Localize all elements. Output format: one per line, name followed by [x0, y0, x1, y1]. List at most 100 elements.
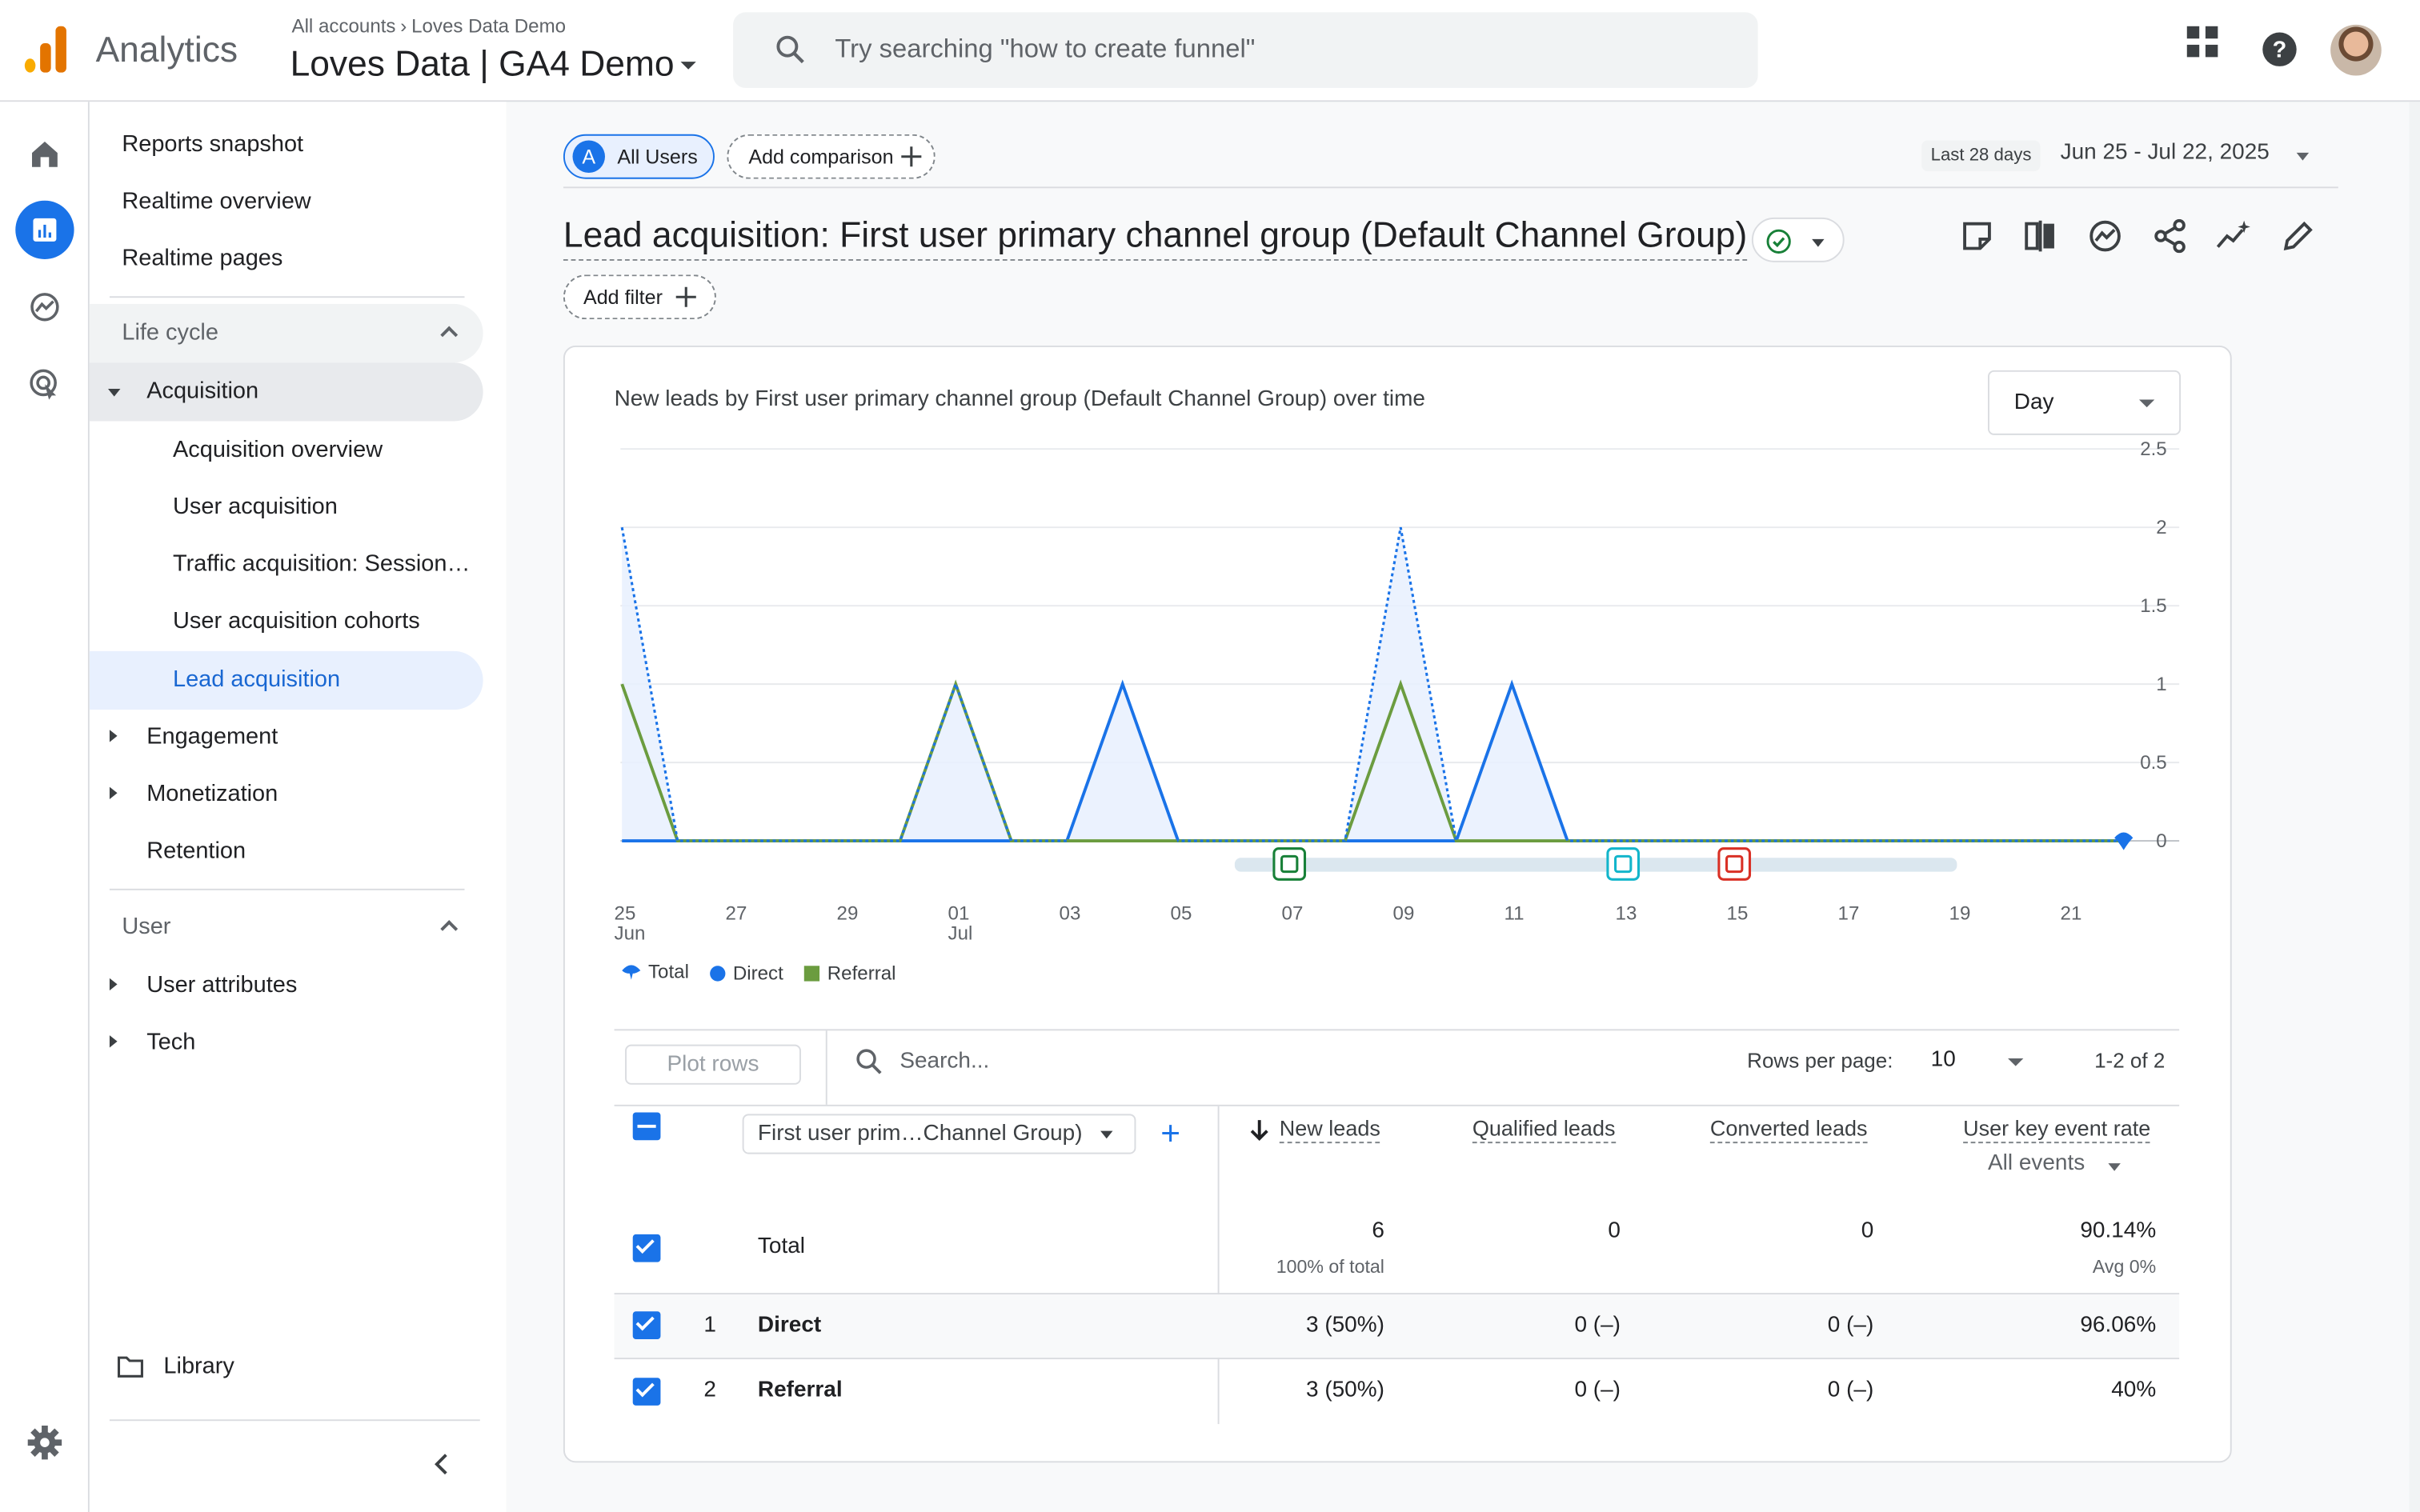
- divider: [614, 1358, 2180, 1360]
- select-all-checkbox[interactable]: [632, 1112, 661, 1141]
- divider: [614, 1029, 2180, 1031]
- nav-user-attributes[interactable]: User attributes: [146, 972, 297, 998]
- help-icon[interactable]: ?: [2261, 31, 2298, 68]
- expand-right-icon: [109, 978, 118, 991]
- divider: [825, 1030, 827, 1105]
- left-rail: [0, 102, 90, 1512]
- rail-advertising-button[interactable]: [15, 355, 74, 414]
- report-status-dropdown[interactable]: [1751, 217, 1845, 262]
- key-event-select[interactable]: All events: [1988, 1151, 2085, 1176]
- y-tick-label: 0: [2156, 830, 2166, 852]
- rows-per-page-select[interactable]: 10: [1931, 1047, 1956, 1072]
- rail-reports-button[interactable]: [15, 200, 74, 259]
- add-dimension-plus-icon[interactable]: +: [1160, 1116, 1180, 1150]
- expand-right-icon: [109, 786, 118, 799]
- nav-library[interactable]: Library: [117, 1351, 427, 1388]
- legend-direct[interactable]: Direct: [709, 962, 783, 984]
- caret-down-icon: [2008, 1058, 2024, 1066]
- legend-total-marker-icon: [622, 965, 641, 980]
- library-label: Library: [163, 1353, 234, 1380]
- analytics-app: Analytics All accounts › Loves Data Demo L…: [0, 0, 2420, 1512]
- column-converted-leads[interactable]: Converted leads: [1709, 1115, 1868, 1144]
- sparkle-insights-icon[interactable]: [2214, 219, 2251, 253]
- nav-tech[interactable]: Tech: [146, 1029, 195, 1055]
- divider: [563, 186, 2338, 189]
- property-picker[interactable]: Loves Data | GA4 Demo: [290, 43, 696, 85]
- x-tick-label: 17: [1838, 902, 1860, 924]
- nav-acquisition[interactable]: Acquisition: [89, 362, 483, 422]
- legend-total[interactable]: Total: [620, 961, 689, 982]
- row-checkbox[interactable]: [632, 1378, 661, 1406]
- sort-descending-arrow-icon[interactable]: [1250, 1118, 1268, 1142]
- total-new-leads: 6: [1372, 1218, 1384, 1244]
- share-icon[interactable]: [2153, 218, 2186, 254]
- settings-gear-icon[interactable]: [26, 1424, 63, 1461]
- row-key-event-rate: 96.06%: [2080, 1313, 2157, 1338]
- nav-traffic-acquisition[interactable]: Traffic acquisition: Session…: [173, 550, 470, 577]
- avatar[interactable]: [2330, 24, 2382, 76]
- table-row[interactable]: [614, 1294, 2180, 1358]
- compare-columns-icon[interactable]: [2023, 219, 2057, 253]
- scrollbar[interactable]: [2409, 102, 2420, 1512]
- divider: [109, 1419, 480, 1422]
- row-checkbox[interactable]: [632, 1311, 661, 1339]
- nav-lifecycle-header[interactable]: Life cycle: [89, 303, 483, 363]
- x-tick-label: 21: [2061, 902, 2082, 924]
- row-converted-leads: 0 (–): [1827, 1313, 1874, 1338]
- total-converted-leads: 0: [1861, 1218, 1874, 1244]
- check-circle-icon: [1766, 229, 1791, 254]
- nav-acquisition-overview[interactable]: Acquisition overview: [173, 437, 383, 463]
- nav-engagement[interactable]: Engagement: [146, 723, 278, 750]
- row-converted-leads: 0 (–): [1827, 1378, 1874, 1403]
- search-bar[interactable]: Try searching "how to create funnel": [733, 12, 1758, 88]
- page-title[interactable]: Lead acquisition: First user primary cha…: [563, 214, 1748, 261]
- legend-direct-dot-icon: [709, 966, 726, 982]
- date-range-picker[interactable]: Jun 25 - Jul 22, 2025: [2061, 133, 2323, 179]
- apps-grid-icon[interactable]: [2186, 25, 2219, 58]
- line-chart: 0 0.5 1 1.5 2 2.5 25Jun 27 29 01Jul 03 05 07 09 11 13 15…: [615, 438, 2180, 944]
- nav-user-acquisition-cohorts[interactable]: User acquisition cohorts: [173, 608, 420, 634]
- insights-icon[interactable]: [2088, 219, 2122, 253]
- nav-retention[interactable]: Retention: [146, 838, 246, 864]
- nav-lead-acquisition[interactable]: Lead acquisition: [89, 650, 483, 710]
- nav-monetization[interactable]: Monetization: [146, 781, 278, 807]
- column-qualified-leads[interactable]: Qualified leads: [1472, 1115, 1616, 1144]
- analytics-logo-icon[interactable]: [24, 26, 68, 73]
- home-icon: [32, 141, 58, 167]
- bar-chart-icon: [33, 218, 57, 242]
- rail-home-button[interactable]: [15, 125, 74, 183]
- row-dimension-value[interactable]: Referral: [758, 1378, 843, 1402]
- row-index: 1: [703, 1313, 717, 1338]
- row-dimension-value[interactable]: Direct: [758, 1313, 821, 1338]
- y-tick-label: 0.5: [2140, 752, 2167, 774]
- breadcrumb-account[interactable]: Loves Data Demo: [411, 15, 566, 37]
- segment-chip-all-users[interactable]: A All Users: [563, 134, 715, 179]
- y-tick-label: 1.5: [2140, 595, 2167, 617]
- legend-referral-square-icon: [803, 966, 820, 982]
- column-new-leads[interactable]: New leads: [1279, 1115, 1380, 1144]
- nav-realtime-pages[interactable]: Realtime pages: [122, 246, 282, 272]
- nav-reports-snapshot[interactable]: Reports snapshot: [122, 131, 303, 158]
- breadcrumb-all-accounts[interactable]: All accounts: [291, 15, 395, 37]
- plot-rows-button[interactable]: Plot rows: [625, 1044, 801, 1085]
- plus-icon: [675, 286, 696, 307]
- nav-user-acquisition[interactable]: User acquisition: [173, 494, 338, 520]
- top-bar: Analytics All accounts › Loves Data Demo L…: [0, 0, 2420, 102]
- lead-acquisition-label: Lead acquisition: [172, 666, 341, 693]
- legend-referral[interactable]: Referral: [803, 962, 896, 984]
- dimension-select[interactable]: First user prim…Channel Group): [742, 1114, 1136, 1154]
- chevron-up-icon: [440, 326, 459, 344]
- rail-explore-button[interactable]: [15, 278, 74, 336]
- folder-icon: [117, 1356, 143, 1378]
- nav-user-header[interactable]: User: [90, 898, 483, 956]
- annotation-note-icon[interactable]: [1960, 219, 1993, 253]
- nav-realtime-overview[interactable]: Realtime overview: [122, 188, 311, 214]
- collapse-chevron-left-icon[interactable]: [431, 1452, 452, 1477]
- add-filter-button[interactable]: Add filter: [563, 274, 716, 320]
- total-row-checkbox[interactable]: [632, 1234, 661, 1262]
- column-user-key-event-rate[interactable]: User key event rate: [1963, 1115, 2151, 1144]
- edit-pencil-icon[interactable]: [2281, 219, 2314, 253]
- search-icon: [776, 35, 804, 64]
- table-search-input[interactable]: Search...: [899, 1049, 989, 1074]
- add-comparison-button[interactable]: Add comparison: [727, 134, 936, 179]
